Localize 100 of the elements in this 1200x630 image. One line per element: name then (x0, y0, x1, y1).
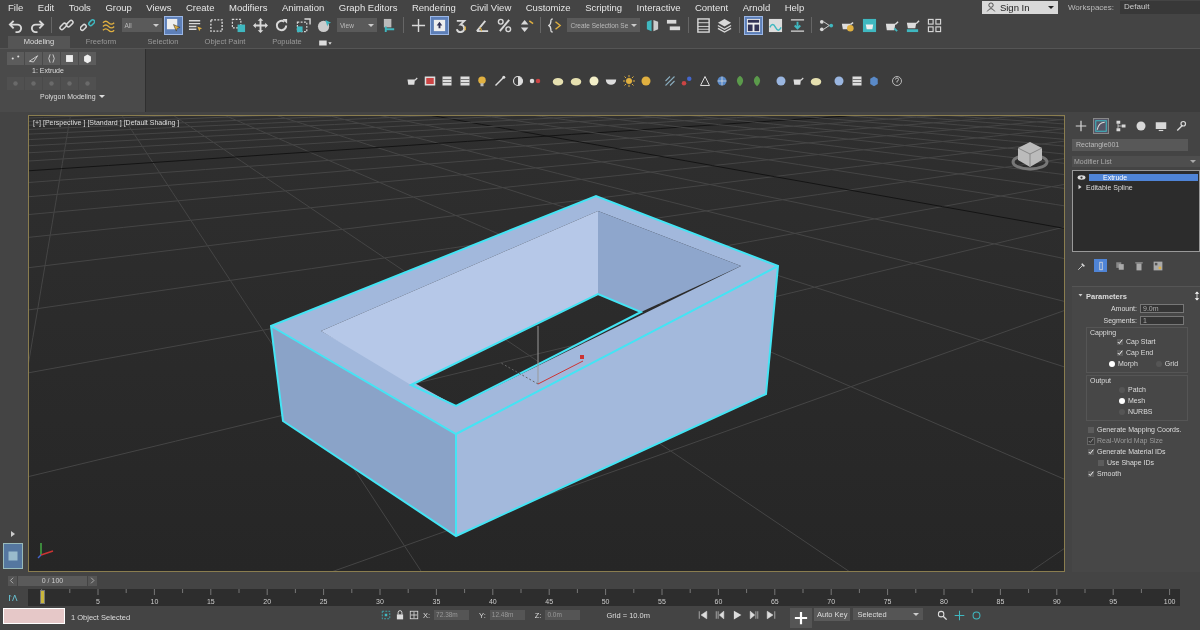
step-forward-icon[interactable] (749, 610, 759, 620)
menu-item[interactable]: Customize (525, 1, 571, 13)
panel-layout-button[interactable] (744, 15, 764, 35)
lock-icon[interactable] (395, 610, 405, 620)
next-frame-button[interactable] (88, 575, 97, 586)
pan-icon[interactable] (954, 610, 966, 621)
sphere-icon[interactable] (640, 74, 653, 87)
panel-layout-icon (746, 17, 762, 33)
checkbox[interactable] (1088, 470, 1094, 477)
plus-tab[interactable] (1074, 119, 1088, 133)
bulb-icon[interactable] (476, 74, 489, 87)
menu-item[interactable]: Help (784, 1, 805, 13)
checkbox[interactable] (1088, 448, 1094, 455)
time-slider-thumb[interactable] (39, 590, 45, 604)
sign-in-dropdown[interactable]: Sign In (981, 0, 1058, 14)
trash-button[interactable] (1132, 259, 1145, 272)
menu-item[interactable]: Rendering (411, 1, 456, 13)
menu-item[interactable]: Civil View (470, 1, 512, 13)
help-icon[interactable] (891, 74, 904, 87)
menu-item[interactable]: Graph Editors (338, 1, 398, 13)
resize-arrow-icon[interactable] (1193, 291, 1200, 301)
menu-item[interactable]: Edit (37, 1, 55, 13)
sphere-icon[interactable] (774, 74, 787, 87)
checkbox[interactable] (1117, 338, 1123, 345)
viewport-layout-tab[interactable] (2, 543, 23, 569)
workspace-dropdown[interactable]: Default (1120, 0, 1200, 14)
menu-item[interactable]: Interactive (636, 1, 681, 13)
up-arrow-square-button[interactable] (430, 15, 450, 35)
cube-icon[interactable] (868, 74, 881, 87)
hatch-icon[interactable] (663, 74, 676, 87)
menu-item[interactable]: Create (185, 1, 215, 13)
mirror-icon (644, 17, 660, 33)
monitor-tab[interactable] (1154, 119, 1168, 133)
menu-item[interactable]: Group (105, 1, 132, 13)
box-model-drawing[interactable] (270, 194, 780, 538)
orbit-icon[interactable] (971, 610, 983, 621)
up-arrow-square-icon (432, 17, 448, 33)
transform-mode-icon[interactable] (409, 610, 419, 620)
circle-tab[interactable] (1134, 119, 1148, 133)
radio-button[interactable] (1109, 360, 1115, 367)
menu-item[interactable]: Animation (282, 1, 325, 13)
caret-icon (98, 95, 105, 98)
play-icon[interactable] (732, 610, 742, 620)
grid-panel-button[interactable] (1151, 259, 1164, 272)
table-icon[interactable] (441, 74, 454, 87)
skip-start-icon[interactable] (698, 610, 708, 620)
grid-panel-icon (1152, 260, 1163, 271)
toggle-icon[interactable] (318, 38, 332, 48)
curve-panel-tab[interactable] (1094, 119, 1108, 133)
move-arrows-button[interactable] (250, 15, 270, 35)
caret-icon (152, 23, 159, 27)
table-icon[interactable] (458, 74, 471, 87)
menu-item[interactable]: File (8, 1, 24, 13)
align-icon (666, 17, 682, 33)
zoom-icon[interactable] (937, 610, 949, 621)
copy-button[interactable] (1113, 259, 1126, 272)
subobject-button[interactable] (79, 52, 96, 65)
wrench-tab[interactable] (1174, 119, 1188, 133)
triangle-icon[interactable] (698, 74, 711, 87)
subobject-button[interactable] (25, 52, 42, 65)
sphere-icon[interactable] (587, 74, 600, 87)
skip-end-icon[interactable] (766, 610, 776, 620)
chevron-left-icon (9, 577, 16, 584)
circle-icon (1135, 120, 1147, 132)
radio-button[interactable] (1119, 397, 1125, 404)
menu-item[interactable]: Scripting (585, 1, 623, 13)
eye-icon[interactable] (1077, 172, 1086, 182)
step-back-icon[interactable] (715, 610, 725, 620)
script-listener-field[interactable] (3, 608, 65, 624)
list-cursor-icon (187, 17, 203, 33)
expand-triangle-icon[interactable] (1077, 184, 1083, 190)
collapse-triangle-icon[interactable] (1078, 294, 1083, 298)
expand-arrow-icon[interactable] (8, 530, 17, 538)
previous-frame-button[interactable] (8, 575, 17, 586)
caret-icon (1190, 160, 1196, 163)
menu-item[interactable]: Tools (68, 1, 91, 13)
subobject-button[interactable] (43, 52, 60, 65)
sun-icon[interactable] (622, 74, 635, 87)
menu-item[interactable]: Content (694, 1, 729, 13)
half-circle-icon[interactable] (511, 74, 524, 87)
wand-icon[interactable] (493, 74, 506, 87)
viewport-grid-icon (926, 17, 942, 33)
table-icon[interactable] (850, 74, 863, 87)
globe-icon[interactable] (716, 74, 729, 87)
picture-icon[interactable] (423, 74, 436, 87)
snap-toggle-icon (453, 17, 469, 33)
circle-icon (83, 79, 92, 88)
menu-item[interactable]: Views (146, 1, 172, 13)
menu-item[interactable]: Modifiers (228, 1, 268, 13)
hierarchy-tab[interactable] (1114, 119, 1128, 133)
set-key-button[interactable] (790, 608, 812, 628)
checkbox[interactable] (1117, 349, 1123, 356)
selection-lock-icon[interactable] (381, 610, 391, 620)
subobject-button[interactable] (61, 52, 78, 65)
sphere-icon[interactable] (833, 74, 846, 87)
trash-icon (1133, 260, 1144, 271)
menu-item[interactable]: Arnold (742, 1, 771, 13)
caret-icon (913, 612, 920, 616)
layers-icon (717, 17, 733, 33)
cursor-square-button[interactable] (164, 15, 184, 35)
